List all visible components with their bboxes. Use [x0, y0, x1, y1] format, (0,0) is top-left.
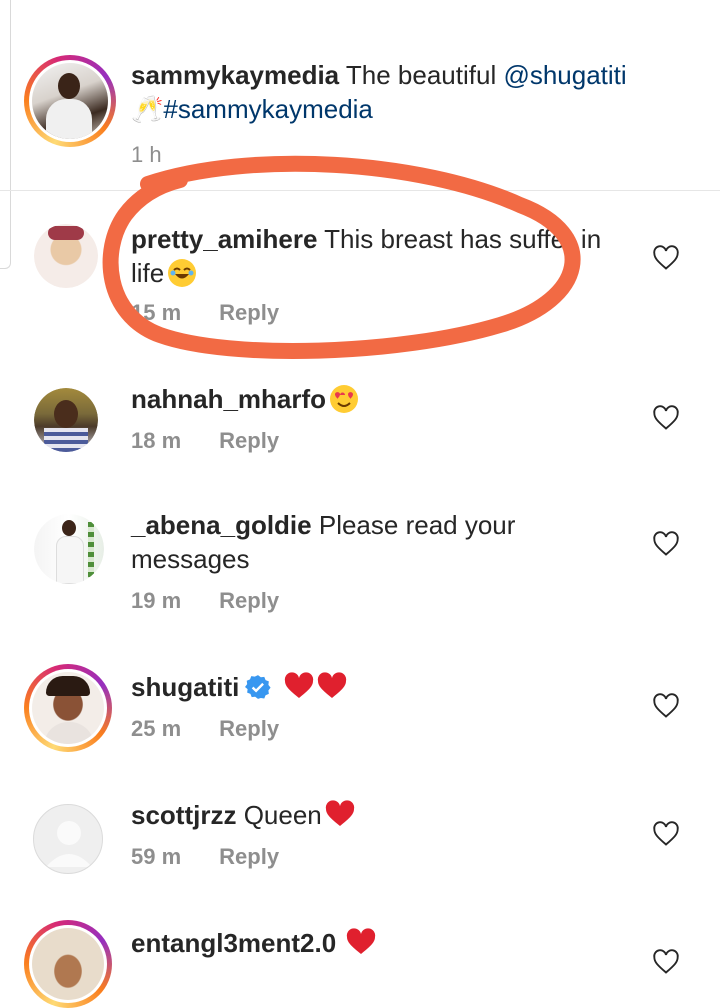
comment-time: 19 m: [131, 588, 182, 613]
comment-text: scottjrzz Queen: [131, 798, 630, 836]
mention-link[interactable]: @shugatiti: [503, 60, 626, 90]
caption-username[interactable]: sammykaymedia: [131, 60, 339, 90]
comment-time: 59 m: [131, 844, 182, 869]
comment-username[interactable]: _abena_goldie: [131, 510, 312, 540]
like-heart-icon[interactable]: [652, 820, 680, 848]
red-heart-emoji-icon: [345, 928, 377, 964]
comment-time: 15 m: [131, 300, 182, 325]
hashtag-link[interactable]: #sammykaymedia: [163, 94, 373, 124]
red-heart-emoji-icon: [324, 800, 356, 836]
reply-button[interactable]: Reply: [219, 844, 279, 869]
like-heart-icon[interactable]: [652, 948, 680, 976]
like-heart-icon[interactable]: [652, 244, 680, 272]
comment-text: pretty_amihere This breast has suffer in…: [131, 222, 630, 290]
verified-badge-icon: [245, 675, 271, 699]
commenter-avatar[interactable]: [24, 664, 112, 752]
comment-text: nahnah_mharfo: [131, 382, 630, 416]
commenter-avatar[interactable]: [34, 514, 104, 584]
heart-eyes-emoji-icon: [330, 385, 359, 413]
comment-username[interactable]: pretty_amihere: [131, 224, 317, 254]
comment-text: shugatiti: [131, 670, 630, 708]
caption-body: The beautiful: [339, 60, 504, 90]
reply-button[interactable]: Reply: [219, 716, 279, 741]
comment-username[interactable]: entangl3ment2.0: [131, 928, 336, 958]
post-caption: sammykaymedia The beautiful @shugatiti 🥂…: [0, 0, 720, 190]
default-profile-icon: [46, 821, 92, 867]
caption-author-avatar[interactable]: [24, 55, 116, 147]
like-heart-icon[interactable]: [652, 692, 680, 720]
commenter-avatar[interactable]: [24, 920, 112, 1008]
like-heart-icon[interactable]: [652, 530, 680, 558]
comment-text: _abena_goldie Please read your messages: [131, 508, 630, 576]
toast-emoji: 🥂: [131, 94, 164, 124]
comment-body: [336, 928, 343, 958]
reply-button[interactable]: Reply: [219, 428, 279, 453]
divider: [0, 190, 720, 191]
like-heart-icon[interactable]: [652, 404, 680, 432]
comment-username[interactable]: scottjrzz: [131, 800, 236, 830]
reply-button[interactable]: Reply: [219, 588, 279, 613]
commenter-avatar[interactable]: [33, 804, 103, 874]
comment-username[interactable]: shugatiti: [131, 672, 239, 702]
caption-time: 1 h: [131, 142, 162, 167]
comment-body: Queen: [236, 800, 322, 830]
commenter-avatar[interactable]: [34, 388, 98, 452]
comment-time: 18 m: [131, 428, 182, 453]
caption-text: sammykaymedia The beautiful @shugatiti 🥂…: [131, 58, 630, 126]
reply-button[interactable]: Reply: [219, 300, 279, 325]
comment-time: 25 m: [131, 716, 182, 741]
red-heart-emoji-icon: [283, 672, 349, 708]
commenter-avatar[interactable]: [34, 224, 98, 288]
laughing-emoji-icon: [168, 259, 197, 287]
comment-username[interactable]: nahnah_mharfo: [131, 384, 326, 414]
comment-text: entangl3ment2.0: [131, 926, 630, 964]
